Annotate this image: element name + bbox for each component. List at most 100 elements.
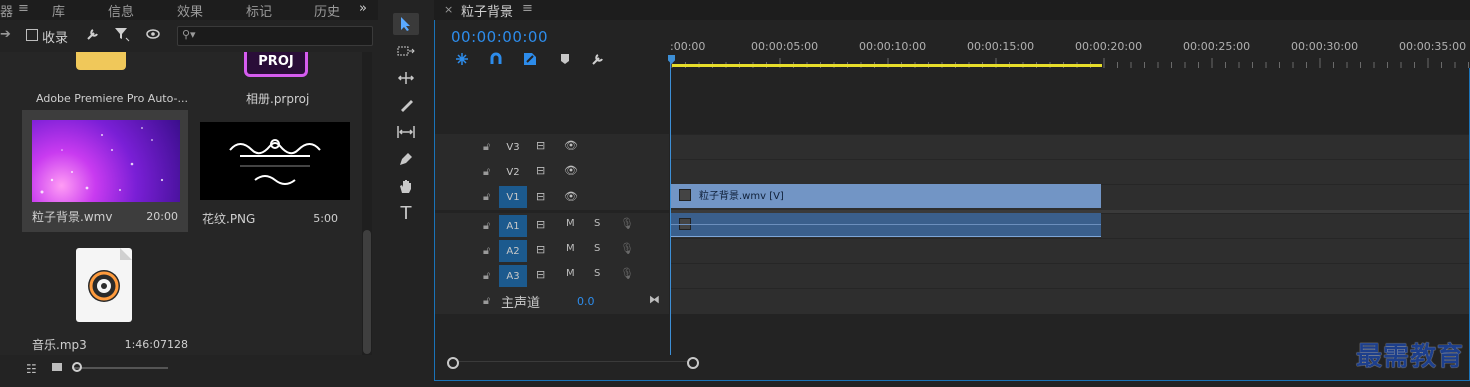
video-clip[interactable]: 粒子背景.wmv [V] (671, 184, 1101, 208)
track-label[interactable]: V1 (499, 186, 527, 208)
scroll-start-handle[interactable] (447, 357, 459, 369)
lock-icon[interactable]: 🔓︎ (483, 140, 490, 154)
microphone-icon[interactable]: 🎙︎ (620, 217, 634, 230)
ripple-edit-icon[interactable] (393, 67, 419, 89)
eye-icon[interactable]: 👁︎ (564, 190, 578, 203)
tab-menu-icon[interactable]: ≡ (18, 1, 29, 16)
eye-filter-icon[interactable] (146, 26, 162, 45)
project-toolbar: ➔ 收录 ⚲▾ (0, 22, 378, 50)
mute-button[interactable]: M (566, 218, 575, 229)
tab-project[interactable]: 器 (0, 1, 13, 20)
search-input[interactable]: ⚲▾ (177, 26, 373, 46)
lock-icon[interactable]: 🔓︎ (483, 244, 490, 258)
lock-icon[interactable]: 🔓︎ (483, 294, 490, 308)
track-header-v2: 🔓︎ V2 ⊟ 👁︎ (435, 159, 669, 184)
pen-icon[interactable] (393, 148, 419, 170)
microphone-icon[interactable]: 🎙︎ (620, 267, 634, 280)
project-item-particle-video[interactable]: 粒子背景.wmv 20:00 (22, 110, 188, 232)
collect-checkbox[interactable] (26, 29, 38, 41)
microphone-icon[interactable]: 🎙︎ (620, 242, 634, 255)
razor-icon[interactable] (393, 94, 419, 116)
playhead-line[interactable] (670, 60, 671, 355)
linked-selection-icon[interactable] (523, 51, 537, 70)
add-marker-icon[interactable] (559, 51, 571, 70)
purple-particles-thumbnail (32, 120, 180, 202)
tab-markers[interactable]: 标记 (246, 1, 272, 20)
go-to-end-icon[interactable]: ⧓ (649, 293, 660, 306)
lock-icon[interactable]: 🔓︎ (483, 269, 490, 283)
sync-lock-icon[interactable]: ⊟ (536, 243, 545, 256)
nest-sequence-icon[interactable] (455, 51, 469, 70)
eye-icon[interactable]: 👁︎ (564, 139, 578, 152)
work-area-bar[interactable] (672, 64, 1102, 67)
wrench-icon[interactable] (86, 26, 100, 45)
arrow-right-icon[interactable]: ➔ (0, 27, 11, 42)
timecode-display[interactable]: 00:00:00:00 (451, 28, 548, 46)
filter-icon[interactable] (114, 26, 130, 46)
tab-info[interactable]: 信息 (108, 1, 134, 20)
sync-lock-icon[interactable]: ⊟ (536, 218, 545, 231)
project-panel: 器 ≡ 库 信息 效果 标记 历史 » ➔ 收录 ⚲▾ Adobe Premie… (0, 0, 378, 387)
lock-icon[interactable]: 🔓︎ (483, 190, 490, 204)
audio-level-line (671, 224, 1101, 225)
ruler-label: 00:00:15:00 (967, 40, 1035, 53)
sync-lock-icon[interactable]: ⊟ (536, 190, 545, 203)
slip-icon[interactable] (393, 121, 419, 143)
track-label[interactable]: A3 (499, 265, 527, 287)
audio-clip[interactable] (671, 213, 1101, 237)
tab-effects[interactable]: 效果 (177, 1, 203, 20)
sync-lock-icon[interactable]: ⊟ (536, 268, 545, 281)
project-item-prproj[interactable]: PROJ 相册.prproj (192, 52, 358, 110)
mute-button[interactable]: M (566, 243, 575, 254)
icon-view-icon[interactable] (52, 363, 62, 371)
zoom-slider[interactable] (72, 367, 168, 369)
close-icon[interactable]: × (444, 3, 453, 16)
ruler-label: 00:00:05:00 (751, 40, 819, 53)
snap-icon[interactable] (489, 51, 503, 70)
ruler-label: 00:00:35:00 (1399, 40, 1467, 53)
track-lane-a2[interactable] (670, 238, 1469, 264)
project-scrollbar-thumb[interactable] (363, 230, 371, 354)
track-lane-master[interactable] (670, 288, 1469, 315)
master-volume-value[interactable]: 0.0 (577, 295, 595, 308)
item-name: 相册.prproj (246, 92, 310, 106)
selection-tool[interactable] (393, 13, 419, 35)
proj-file-icon: PROJ (244, 52, 308, 77)
track-label[interactable]: A2 (499, 240, 527, 262)
solo-button[interactable]: S (594, 243, 600, 254)
sync-lock-icon[interactable]: ⊟ (536, 164, 545, 177)
eye-icon[interactable]: 👁︎ (564, 164, 578, 177)
list-view-icon[interactable]: ☷ (26, 362, 37, 376)
track-label[interactable]: A1 (499, 215, 527, 237)
timeline-settings-icon[interactable] (591, 51, 605, 70)
project-item-folder[interactable]: Adobe Premiere Pro Auto-... (22, 52, 188, 110)
lock-icon[interactable]: 🔓︎ (483, 219, 490, 233)
sequence-tab-title[interactable]: 粒子背景 (461, 1, 513, 20)
zoom-slider-handle[interactable] (72, 362, 82, 372)
mute-button[interactable]: M (566, 268, 575, 279)
tab-library[interactable]: 库 (52, 1, 65, 20)
folder-icon (76, 52, 126, 70)
timeline-horizontal-scrollbar[interactable] (435, 355, 1469, 380)
track-lane-a3[interactable] (670, 263, 1469, 289)
track-lane-v2[interactable] (670, 159, 1469, 184)
track-label[interactable]: V2 (499, 161, 527, 183)
sequence-menu-icon[interactable]: ≡ (522, 1, 533, 16)
solo-button[interactable]: S (594, 218, 600, 229)
item-duration: 1:46:07128 (124, 338, 188, 351)
track-header-a2: 🔓︎ A2 ⊟ M S 🎙︎ (435, 238, 669, 263)
track-lane-v3[interactable] (670, 134, 1469, 159)
solo-button[interactable]: S (594, 268, 600, 279)
more-tabs-icon[interactable]: » (359, 1, 367, 16)
project-item-audio[interactable]: 音乐.mp3 1:46:07128 (22, 234, 188, 354)
hand-icon[interactable] (393, 175, 419, 197)
tab-history[interactable]: 历史 (314, 1, 340, 20)
lock-icon[interactable]: 🔓︎ (483, 165, 490, 179)
track-select-icon[interactable] (393, 40, 419, 62)
scroll-end-handle[interactable] (687, 357, 699, 369)
type-icon[interactable]: T (393, 202, 419, 224)
track-label[interactable]: V3 (499, 136, 527, 158)
project-item-ornament-png[interactable]: 花纹.PNG 5:00 (192, 110, 358, 232)
project-bin-grid: Adobe Premiere Pro Auto-... PROJ 相册.prpr… (0, 52, 362, 355)
sync-lock-icon[interactable]: ⊟ (536, 139, 545, 152)
